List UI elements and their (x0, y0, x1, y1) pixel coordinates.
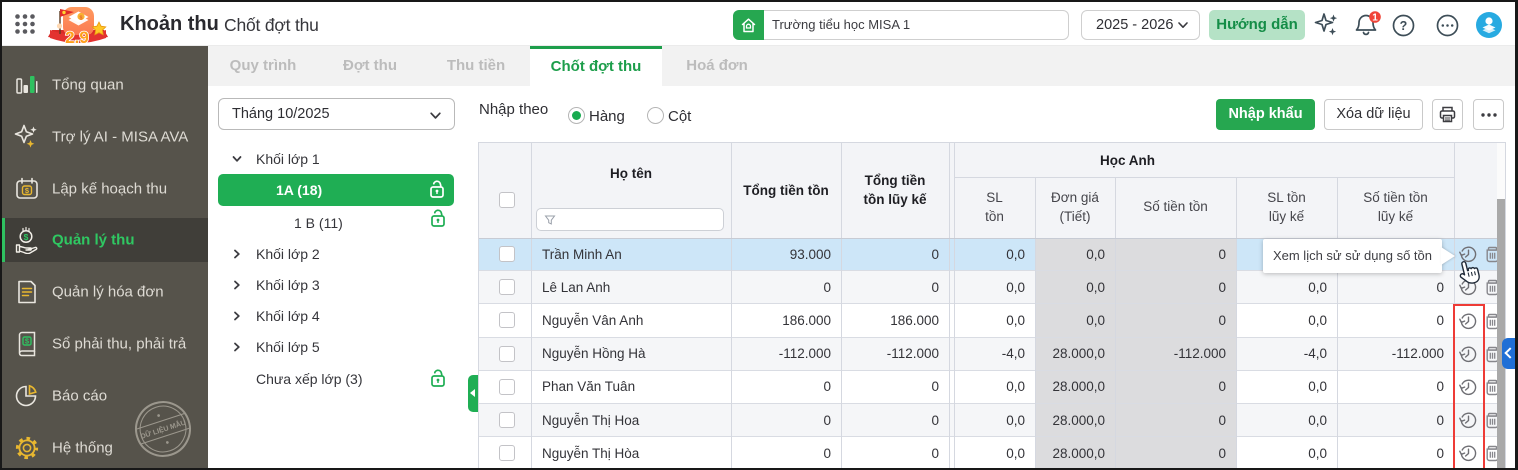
svg-text:$: $ (79, 15, 82, 21)
svg-text:$: $ (24, 232, 29, 242)
svg-text:1: 1 (1372, 13, 1378, 24)
svg-text:?: ? (1400, 19, 1408, 33)
svg-text:$: $ (25, 186, 30, 195)
svg-text:2.9: 2.9 (65, 28, 89, 46)
svg-text:$: $ (25, 337, 30, 346)
